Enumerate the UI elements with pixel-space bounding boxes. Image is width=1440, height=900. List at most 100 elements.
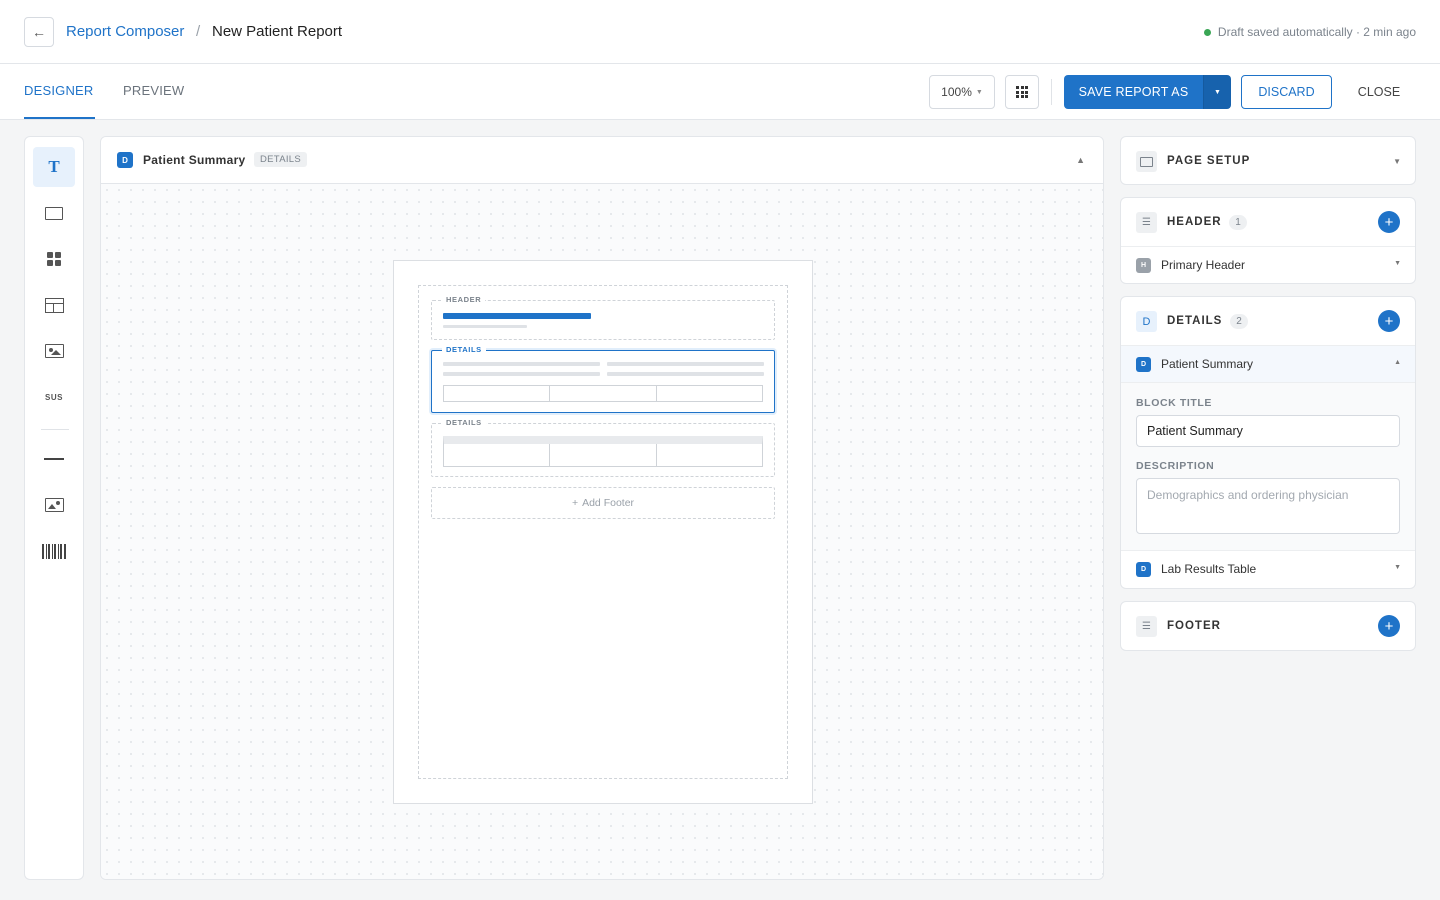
details-item-label: Patient Summary	[1161, 357, 1254, 371]
details-icon: D	[1136, 311, 1157, 332]
list-icon: ☰	[1136, 212, 1157, 233]
breadcrumb-current: New Patient Report	[212, 23, 343, 40]
sus-label: SUS	[45, 392, 63, 402]
add-header-button[interactable]: +	[1378, 211, 1400, 233]
details-section-header[interactable]: D DETAILS 2 +	[1121, 297, 1415, 345]
band-label: DETAILS	[442, 418, 486, 427]
details-item-badge: D	[1136, 562, 1151, 577]
top-bar: ← Report Composer / New Patient Report D…	[0, 0, 1440, 64]
tool-picture[interactable]	[33, 485, 75, 525]
chevron-down-icon: ▼	[975, 88, 983, 96]
header-subtitle-placeholder	[443, 325, 527, 328]
tool-sus[interactable]: SUS	[33, 377, 75, 417]
mini-table	[443, 385, 763, 402]
block-title-input[interactable]	[1136, 415, 1400, 447]
save-report-as-button[interactable]: SAVE REPORT AS	[1064, 75, 1203, 109]
header-section-header[interactable]: ☰ HEADER 1 +	[1121, 198, 1415, 246]
field-placeholder	[607, 372, 764, 376]
chevron-up-icon: ▲	[1394, 359, 1401, 366]
rectangle-icon	[45, 206, 63, 220]
page-margins: HEADER DETAILS DETAILS + Add Footer	[418, 285, 788, 779]
image-icon	[44, 344, 64, 358]
line-icon	[44, 458, 64, 460]
tool-rail-divider	[41, 429, 69, 430]
plus-icon: +	[571, 497, 579, 509]
tab-preview[interactable]: PREVIEW	[123, 83, 184, 98]
barcode-icon	[42, 543, 66, 559]
canvas-header: D Patient Summary DETAILS ▲	[101, 137, 1103, 184]
active-tab-indicator	[24, 117, 95, 119]
breadcrumb-separator: /	[196, 23, 201, 40]
chevron-down-icon: ▼	[1214, 88, 1221, 96]
tool-text[interactable]: T	[33, 147, 75, 187]
block-title-label: BLOCK TITLE	[1136, 397, 1213, 409]
tool-line[interactable]	[33, 439, 75, 479]
block-settings-form: BLOCK TITLE DESCRIPTION	[1121, 382, 1415, 550]
tool-rectangle[interactable]	[33, 193, 75, 233]
tool-widgets[interactable]	[33, 239, 75, 279]
design-canvas[interactable]: HEADER DETAILS DETAILS + Add Footer	[101, 184, 1103, 879]
page-setup-section: PAGE SETUP ▼	[1120, 136, 1416, 185]
header-band[interactable]: HEADER	[431, 295, 775, 340]
footer-section-title: FOOTER	[1167, 620, 1221, 632]
add-details-button[interactable]: +	[1378, 310, 1400, 332]
chevron-down-icon: ▼	[1394, 564, 1401, 571]
table-icon	[44, 297, 64, 313]
zoom-value: 100%	[941, 85, 972, 99]
details-item-badge: D	[1136, 357, 1151, 372]
details-band-lab-results[interactable]: DETAILS	[431, 418, 775, 477]
close-button[interactable]: CLOSE	[1346, 75, 1412, 109]
back-button[interactable]: ←	[24, 17, 54, 47]
apps-icon	[47, 252, 61, 266]
draft-status-text: Draft saved automatically · 2 min ago	[1217, 25, 1416, 39]
list-icon: ☰	[1136, 616, 1157, 637]
header-title-placeholder	[443, 313, 591, 319]
page-icon	[1136, 151, 1157, 172]
add-footer-button[interactable]: + Add Footer	[431, 487, 775, 519]
tab-designer[interactable]: DESIGNER	[24, 83, 94, 98]
page-setup-title: PAGE SETUP	[1167, 155, 1251, 167]
tool-image[interactable]	[33, 331, 75, 371]
draft-status: Draft saved automatically · 2 min ago	[1203, 25, 1416, 39]
band-label: HEADER	[442, 295, 486, 304]
tool-table[interactable]	[33, 285, 75, 325]
page-setup-header[interactable]: PAGE SETUP ▼	[1121, 137, 1415, 184]
description-textarea[interactable]	[1136, 478, 1400, 534]
details-band-patient-summary[interactable]: DETAILS	[431, 345, 775, 413]
grid-icon	[1016, 86, 1028, 98]
zoom-select[interactable]: 100% ▼	[929, 75, 995, 109]
details-item-lab-results[interactable]: D Lab Results Table ▼	[1121, 550, 1415, 587]
chevron-down-icon: ▼	[1394, 260, 1401, 267]
canvas-block-title: Patient Summary	[143, 153, 246, 167]
grid-toggle-button[interactable]	[1005, 75, 1039, 109]
footer-section-header[interactable]: ☰ FOOTER +	[1121, 602, 1415, 650]
field-placeholder	[443, 362, 600, 366]
mini-table	[443, 436, 763, 467]
header-item-label: Primary Header	[1161, 258, 1246, 272]
report-page: HEADER DETAILS DETAILS + Add Footer	[393, 260, 813, 804]
details-section: D DETAILS 2 + D Patient Summary ▲ BLOCK …	[1120, 296, 1416, 589]
details-item-patient-summary[interactable]: D Patient Summary ▲	[1121, 345, 1415, 382]
arrow-left-icon: ←	[32, 24, 46, 40]
band-label: DETAILS	[442, 345, 486, 354]
discard-button[interactable]: DISCARD	[1241, 75, 1332, 109]
add-footer-section-button[interactable]: +	[1378, 615, 1400, 637]
text-icon: T	[48, 157, 60, 176]
header-item-primary[interactable]: H Primary Header ▼	[1121, 246, 1415, 283]
description-label: DESCRIPTION	[1136, 460, 1215, 472]
details-count-badge: 2	[1230, 314, 1248, 329]
canvas-panel: D Patient Summary DETAILS ▲ HEADER DETAI…	[100, 136, 1104, 880]
header-section: ☰ HEADER 1 + H Primary Header ▼	[1120, 197, 1416, 284]
element-tool-rail: T SUS	[24, 136, 84, 880]
header-count-badge: 1	[1229, 215, 1247, 230]
details-item-label: Lab Results Table	[1161, 562, 1257, 576]
picture-icon	[44, 498, 64, 512]
field-placeholder	[443, 372, 600, 376]
save-options-dropdown[interactable]: ▼	[1203, 75, 1231, 109]
chevron-up-icon[interactable]: ▲	[1076, 155, 1085, 165]
status-dot-icon	[1203, 28, 1211, 36]
tool-barcode[interactable]	[33, 531, 75, 571]
header-section-title: HEADER	[1167, 216, 1222, 228]
add-footer-label: Add Footer	[582, 497, 635, 509]
breadcrumb-root-link[interactable]: Report Composer	[66, 23, 184, 40]
